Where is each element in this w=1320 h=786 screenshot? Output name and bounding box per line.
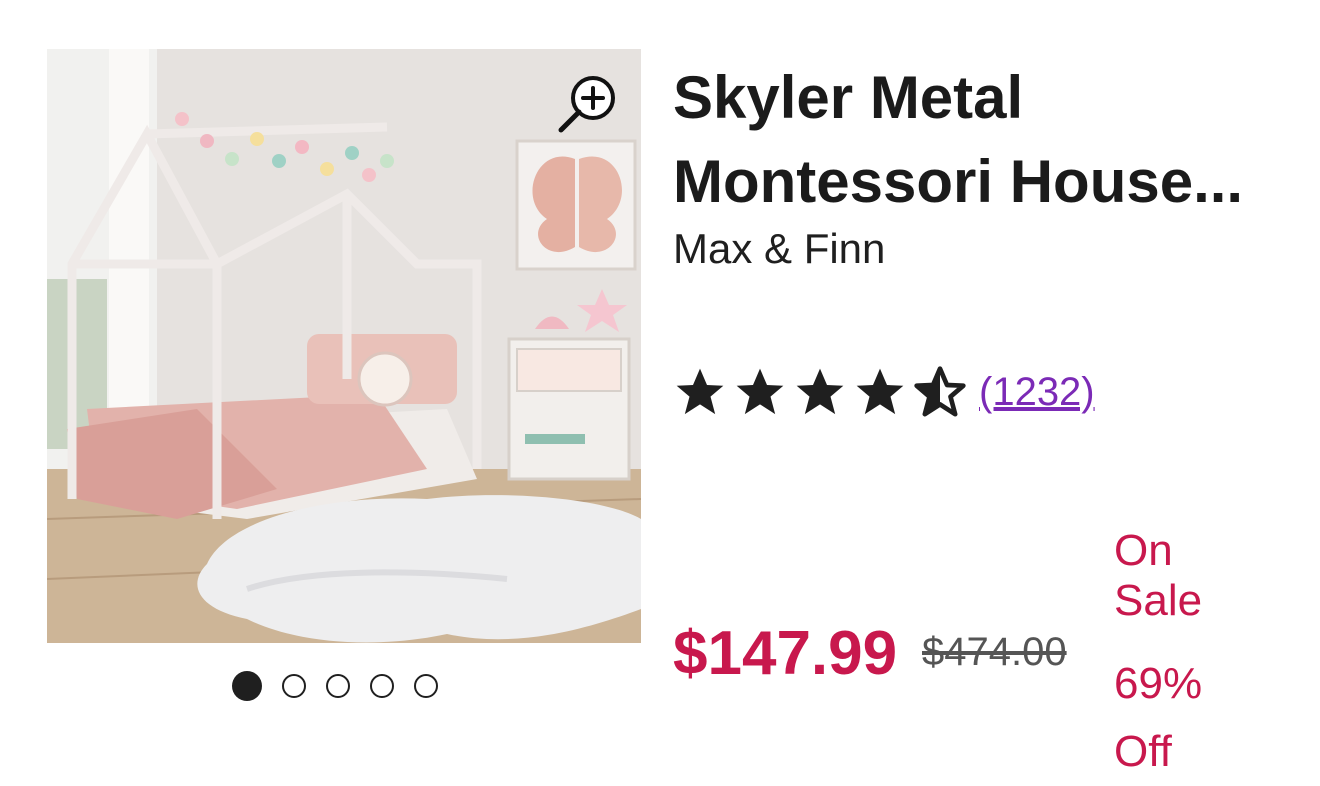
zoom-button[interactable]: [553, 70, 625, 136]
sale-badge: On Sale 69% Off: [1114, 526, 1244, 786]
star-full-icon: [856, 368, 904, 415]
star-full-icon: [676, 368, 724, 415]
review-count-link[interactable]: (1232): [979, 370, 1095, 415]
star-full-icon: [736, 368, 784, 415]
brand-link[interactable]: Max & Finn: [673, 222, 885, 276]
product-title: Skyler Metal Montessori House...: [673, 64, 1244, 215]
pagination-dot-5[interactable]: [414, 674, 438, 698]
star-full-icon: [796, 368, 844, 415]
pagination-dot-1[interactable]: [232, 671, 262, 701]
rating-stars: [671, 364, 969, 420]
pagination-dot-3[interactable]: [326, 674, 350, 698]
original-price: $474.00: [922, 630, 1067, 674]
bedroom-photo: [47, 49, 641, 643]
sale-price: $147.99: [673, 619, 898, 688]
discount-label: 69% Off: [1114, 659, 1203, 776]
star-half-icon: [914, 366, 966, 417]
sale-label: On Sale: [1114, 526, 1203, 625]
zoom-in-icon: [558, 76, 615, 133]
image-pagination: [232, 671, 438, 701]
pagination-dot-2[interactable]: [282, 674, 306, 698]
product-image[interactable]: [47, 49, 641, 643]
pagination-dot-4[interactable]: [370, 674, 394, 698]
rating-row: (1232): [671, 364, 1095, 420]
